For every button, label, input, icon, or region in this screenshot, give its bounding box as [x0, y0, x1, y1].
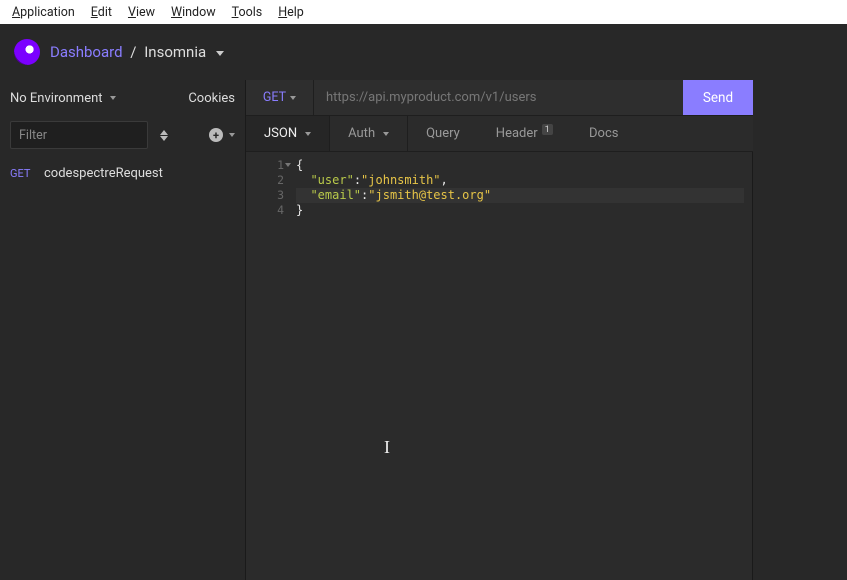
chevron-down-icon — [110, 96, 116, 100]
chevron-down-icon — [290, 96, 296, 100]
tab-body-label: JSON — [264, 126, 297, 141]
url-bar: GET https://api.myproduct.com/v1/users S… — [246, 80, 753, 116]
environment-label: No Environment — [10, 91, 103, 106]
code-line: } — [296, 203, 752, 218]
plus-icon: + — [209, 128, 223, 142]
cookies-button[interactable]: Cookies — [188, 91, 235, 106]
menu-window[interactable]: Window — [165, 3, 222, 22]
breadcrumb-separator: / — [130, 43, 136, 61]
editor-content[interactable]: { "user":"johnsmith", "email":"jsmith@te… — [290, 152, 752, 580]
url-input[interactable]: https://api.myproduct.com/v1/users — [314, 80, 683, 115]
sort-button[interactable] — [158, 130, 170, 141]
method-selector[interactable]: GET — [246, 80, 314, 115]
filter-input[interactable]: Filter — [10, 121, 148, 149]
tab-body[interactable]: JSON — [246, 116, 330, 151]
code-line-current: "email":"jsmith@test.org" — [296, 188, 744, 203]
request-item[interactable]: GET codespectreRequest — [0, 158, 245, 188]
header-count-badge: 1 — [542, 124, 553, 135]
tab-header[interactable]: Header 1 — [478, 116, 571, 151]
gutter-line: 3 — [246, 188, 284, 203]
chevron-down-icon — [229, 133, 235, 137]
breadcrumb: Dashboard / Insomnia — [50, 43, 224, 61]
tab-auth-label: Auth — [348, 126, 375, 141]
main-panel: GET https://api.myproduct.com/v1/users S… — [246, 80, 753, 580]
gutter-line: 2 — [246, 173, 284, 188]
code-editor[interactable]: 1 2 3 4 { "user":"johnsmith", "email":"j… — [246, 152, 753, 580]
send-button[interactable]: Send — [683, 80, 753, 115]
app-shell: Dashboard / Insomnia No Environment Cook… — [0, 24, 847, 580]
tab-query[interactable]: Query — [408, 116, 478, 151]
text-cursor-icon: I — [384, 440, 390, 455]
breadcrumb-dashboard[interactable]: Dashboard — [50, 43, 123, 61]
sidebar: No Environment Cookies Filter + GET code… — [0, 80, 246, 580]
tab-auth[interactable]: Auth — [330, 116, 408, 151]
code-line: "user":"johnsmith", — [296, 173, 752, 188]
request-method-badge: GET — [10, 167, 34, 180]
chevron-down-icon — [383, 132, 389, 136]
menu-edit[interactable]: Edit — [85, 3, 118, 22]
menu-tools[interactable]: Tools — [226, 3, 269, 22]
body: No Environment Cookies Filter + GET code… — [0, 80, 847, 580]
request-name: codespectreRequest — [44, 166, 163, 181]
topbar: Dashboard / Insomnia — [0, 24, 847, 80]
request-list: GET codespectreRequest — [0, 154, 245, 188]
chevron-down-icon — [305, 132, 311, 136]
menu-view[interactable]: View — [122, 3, 161, 22]
menu-application[interactable]: Application — [6, 3, 81, 22]
main-columns: GET https://api.myproduct.com/v1/users S… — [246, 80, 847, 580]
breadcrumb-workspace[interactable]: Insomnia — [144, 43, 206, 61]
system-menubar: Application Edit View Window Tools Help — [0, 0, 847, 24]
response-panel — [753, 80, 847, 580]
chevron-down-icon[interactable] — [216, 51, 224, 56]
add-request-button[interactable]: + — [209, 128, 235, 142]
code-line: { — [296, 158, 752, 173]
environment-selector[interactable]: No Environment — [10, 91, 116, 106]
app-logo-icon — [14, 39, 40, 65]
gutter-line: 1 — [246, 158, 284, 173]
gutter-line: 4 — [246, 203, 284, 218]
editor-gutter: 1 2 3 4 — [246, 152, 290, 580]
method-label: GET — [263, 90, 286, 105]
request-tabs: JSON Auth Query Header 1 Docs — [246, 116, 753, 152]
tab-header-label: Header — [496, 126, 538, 141]
tab-docs[interactable]: Docs — [571, 116, 636, 151]
menu-help[interactable]: Help — [272, 3, 310, 22]
